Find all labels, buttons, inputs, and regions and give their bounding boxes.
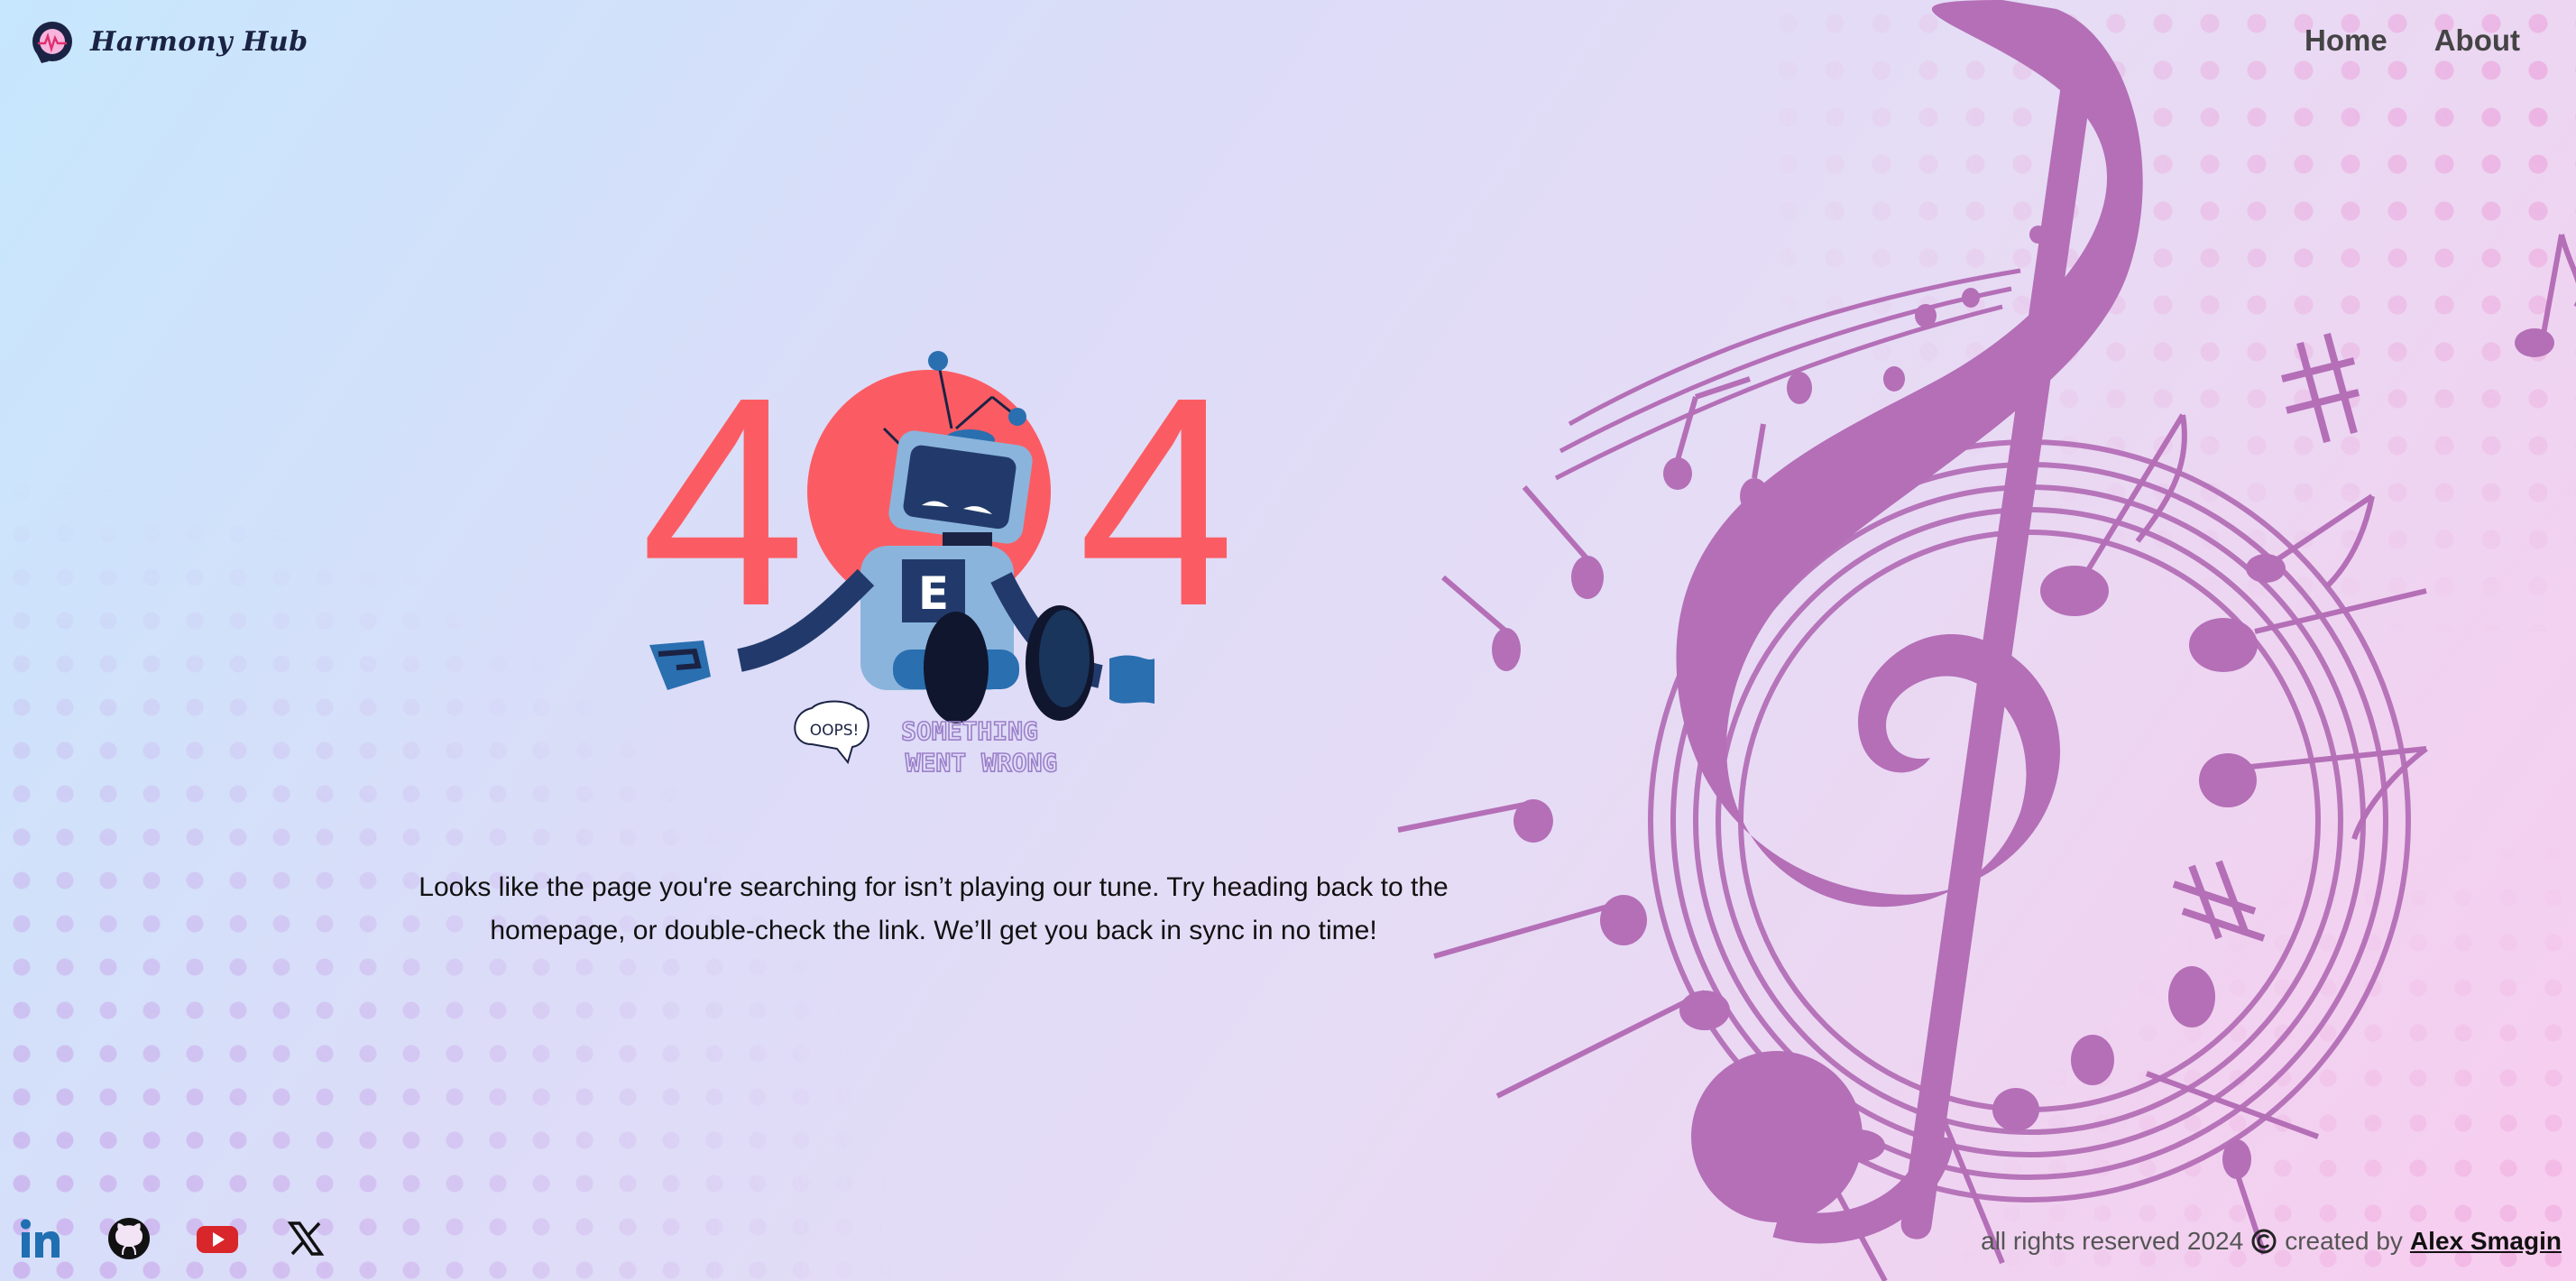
tagline-line-1: SOMETHING	[901, 716, 1038, 746]
youtube-icon	[197, 1226, 238, 1253]
brand-logo-link[interactable]: Harmony Hub	[29, 16, 308, 67]
top-nav: Home About	[2305, 23, 2520, 58]
author-link[interactable]: Alex Smagin	[2410, 1227, 2562, 1256]
tagline-line-2: WENT WRONG	[906, 748, 1058, 778]
linkedin-link[interactable]	[18, 1216, 63, 1261]
oops-speech-bubble: OOPS!	[794, 700, 869, 765]
dot-pattern-right	[1764, 0, 2576, 631]
github-icon	[108, 1218, 150, 1259]
nav-about-link[interactable]: About	[2434, 23, 2520, 58]
error-message: Looks like the page you're searching for…	[419, 872, 1449, 945]
error-404-illustration: 4 4 E OOPS! SOMETHING WENT WRONG	[631, 335, 1244, 794]
youtube-link[interactable]	[195, 1216, 240, 1261]
rights-text: all rights reserved 2024	[1981, 1227, 2244, 1255]
copyright-icon	[2251, 1229, 2277, 1254]
brand-name: Harmony Hub	[90, 25, 308, 58]
x-link[interactable]	[283, 1216, 328, 1261]
social-links	[18, 1216, 328, 1261]
created-by-text: created by	[2285, 1227, 2403, 1255]
x-icon	[287, 1221, 325, 1256]
footer-credits: all rights reserved 2024 created by Alex…	[1981, 1227, 2562, 1256]
error-digit-right: 4	[1078, 343, 1227, 668]
treble-clef-illustration	[1397, 0, 2576, 1281]
oops-text: OOPS!	[810, 722, 860, 740]
dot-pattern-bottom-right	[1945, 830, 2576, 1281]
nav-home-link[interactable]: Home	[2305, 23, 2387, 58]
github-link[interactable]	[106, 1216, 152, 1261]
robot-badge-letter: E	[918, 567, 949, 620]
error-digit-left: 4	[640, 343, 806, 668]
headphones-pulse-icon	[32, 22, 72, 63]
linkedin-icon	[21, 1219, 60, 1258]
